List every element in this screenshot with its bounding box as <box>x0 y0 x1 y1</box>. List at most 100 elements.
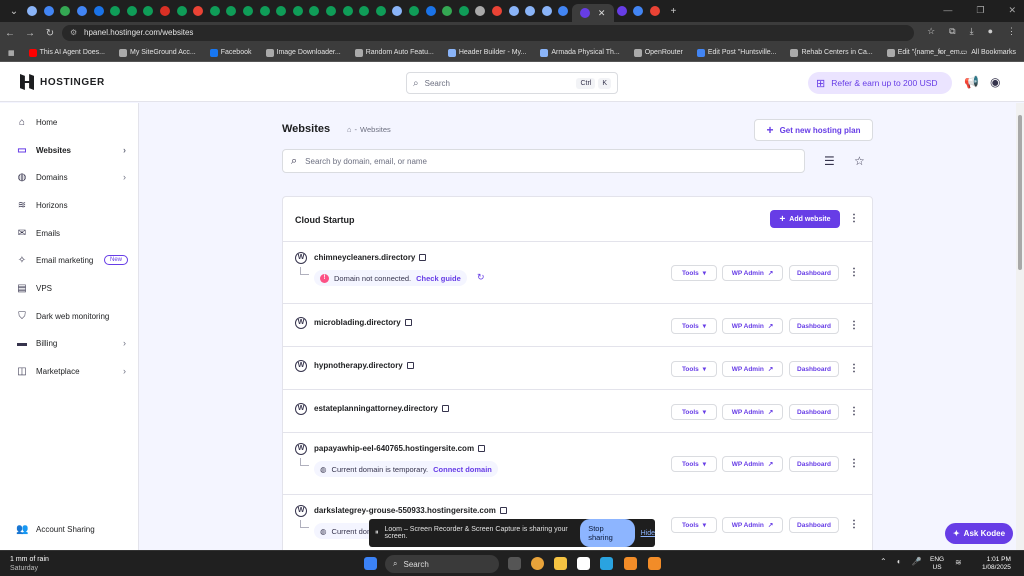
tab-favicon-icon[interactable] <box>126 6 137 16</box>
drag-handle-icon[interactable]: ⏸ <box>375 529 379 537</box>
bookmark-item[interactable]: Edit "{name_for_em... <box>886 48 966 57</box>
tab-favicon-icon[interactable] <box>259 6 270 16</box>
bookmark-item[interactable]: OpenRouter <box>633 48 683 57</box>
external-link-icon[interactable] <box>478 445 486 452</box>
website-more-icon[interactable]: ⋮ <box>849 406 859 417</box>
apps-icon[interactable]: ▦ <box>8 49 15 57</box>
tab-favicon-icon[interactable] <box>375 6 386 16</box>
bookmark-item[interactable]: This AI Agent Does... <box>28 48 105 57</box>
breadcrumb-home-icon[interactable]: ⌂ <box>347 125 352 134</box>
new-tab-icon[interactable]: + <box>663 6 683 17</box>
page-scrollbar[interactable] <box>1016 103 1024 550</box>
scrollbar-thumb[interactable] <box>1018 115 1022 270</box>
wifi-icon[interactable]: ≋ <box>955 558 962 567</box>
sidebar-item-emails[interactable]: ✉ Emails <box>8 223 132 243</box>
ask-kodee-button[interactable]: ✦ Ask Kodee <box>945 523 1013 544</box>
tab-favicon-icon[interactable] <box>392 6 403 16</box>
wp-admin-button[interactable]: WP Admin ↗ <box>722 361 783 377</box>
tab-favicon-icon[interactable] <box>193 6 204 16</box>
task-view-icon[interactable] <box>508 557 521 570</box>
website-more-icon[interactable]: ⋮ <box>849 320 859 331</box>
website-more-icon[interactable]: ⋮ <box>849 267 859 278</box>
website-domain-link[interactable]: hypnotherapy.directory <box>314 361 414 370</box>
domain-search-input[interactable]: ⌕ Search by domain, email, or name <box>282 149 805 173</box>
tab-favicon-icon[interactable] <box>276 6 287 16</box>
wp-admin-button[interactable]: WP Admin ↗ <box>722 456 783 472</box>
refer-and-earn-button[interactable]: ⊞ Refer & earn up to 200 USD <box>808 72 952 94</box>
bookmark-item[interactable]: My SiteGround Acc... <box>119 48 196 57</box>
app-icon[interactable] <box>624 557 637 570</box>
website-domain-link[interactable]: microblading.directory <box>314 318 412 327</box>
more-bookmarks-icon[interactable]: » <box>938 49 942 56</box>
wp-admin-button[interactable]: WP Admin ↗ <box>722 265 783 281</box>
website-more-icon[interactable]: ⋮ <box>849 363 859 374</box>
back-icon[interactable]: ← <box>0 28 20 39</box>
tab-favicon-icon[interactable] <box>475 6 486 16</box>
website-domain-link[interactable]: papayawhip-eel-640765.hostingersite.com <box>314 444 486 453</box>
url-input[interactable]: ⚙ hpanel.hostinger.com/websites <box>62 25 914 41</box>
taskbar-search[interactable]: ⌕ Search <box>385 555 499 573</box>
chrome-icon[interactable] <box>531 557 544 570</box>
sidebar-item-billing[interactable]: ▬ Billing › <box>8 333 132 353</box>
website-domain-link[interactable]: chimneycleaners.directory <box>314 253 427 262</box>
refresh-icon[interactable]: ↻ <box>477 272 485 283</box>
filter-icon[interactable]: ☰ <box>824 154 835 168</box>
dashboard-button[interactable]: Dashboard <box>789 361 839 377</box>
tab-favicon-icon[interactable] <box>143 6 154 16</box>
tab-favicon-icon[interactable] <box>408 6 419 16</box>
tab-favicon-icon[interactable] <box>110 6 121 16</box>
tools-button[interactable]: Tools ▾ <box>671 361 717 377</box>
external-link-icon[interactable] <box>404 319 412 326</box>
tab-favicon-icon[interactable] <box>43 6 54 16</box>
language-indicator[interactable]: ENG US <box>930 556 944 572</box>
bookmark-item[interactable]: Facebook <box>209 48 252 57</box>
tab-favicon-icon[interactable] <box>458 6 469 16</box>
get-new-hosting-plan-button[interactable]: + Get new hosting plan <box>754 119 873 141</box>
extensions-icon[interactable]: ⧉ <box>949 26 955 37</box>
bookmark-item[interactable]: Armada Physical Th... <box>540 48 620 57</box>
tab-search-icon[interactable]: ⌄ <box>4 6 24 17</box>
favorite-star-icon[interactable]: ☆ <box>854 154 865 168</box>
maximize-icon[interactable]: ❐ <box>976 5 984 16</box>
status-action-link[interactable]: Check guide <box>416 274 461 283</box>
word-icon[interactable] <box>577 557 590 570</box>
dashboard-button[interactable]: Dashboard <box>789 517 839 533</box>
tab-favicon-icon[interactable] <box>309 6 320 16</box>
hide-button[interactable]: Hide <box>641 530 655 537</box>
tab-favicon-icon[interactable] <box>442 6 453 16</box>
file-explorer-icon[interactable] <box>554 557 567 570</box>
bookmark-item[interactable]: Random Auto Featu... <box>354 48 434 57</box>
sidebar-item-domains[interactable]: ◍ Domains › <box>8 167 132 187</box>
account-sharing-link[interactable]: 👥 Account Sharing <box>8 519 132 539</box>
microphone-icon[interactable]: 🎤 <box>912 557 922 566</box>
tab-favicon-icon[interactable] <box>616 6 627 16</box>
hostinger-logo[interactable]: HOSTINGER <box>20 74 105 90</box>
all-bookmarks-folder[interactable]: ▭ All Bookmarks <box>961 48 1016 57</box>
sidebar-item-marketplace[interactable]: ◫ Marketplace › <box>8 361 132 381</box>
plan-more-icon[interactable]: ⋮ <box>849 213 859 224</box>
chevron-up-icon[interactable]: ⌃ <box>880 557 887 566</box>
tab-favicon-icon[interactable] <box>243 6 254 16</box>
tab-favicon-icon[interactable] <box>209 6 220 16</box>
sidebar-item-vps[interactable]: ▤ VPS <box>8 278 132 298</box>
reload-icon[interactable]: ↻ <box>40 28 60 39</box>
menu-icon[interactable]: ⋮ <box>1007 26 1016 37</box>
external-link-icon[interactable] <box>499 507 507 514</box>
tools-button[interactable]: Tools ▾ <box>671 456 717 472</box>
site-info-icon[interactable]: ⚙ <box>70 25 77 41</box>
tools-button[interactable]: Tools ▾ <box>671 265 717 281</box>
dashboard-button[interactable]: Dashboard <box>789 404 839 420</box>
external-link-icon[interactable] <box>406 362 414 369</box>
app-icon[interactable] <box>600 557 613 570</box>
tab-favicon-icon[interactable] <box>160 6 171 16</box>
forward-icon[interactable]: → <box>20 28 40 39</box>
tab-favicon-icon[interactable] <box>60 6 71 16</box>
website-more-icon[interactable]: ⋮ <box>849 519 859 530</box>
tab-favicon-icon[interactable] <box>226 6 237 16</box>
sidebar-item-websites[interactable]: ▭ Websites › <box>8 140 132 160</box>
megaphone-icon[interactable]: 📢 <box>964 75 979 89</box>
website-domain-link[interactable]: darkslategrey-grouse-550933.hostingersit… <box>314 506 507 515</box>
app-icon[interactable] <box>648 557 661 570</box>
tab-favicon-icon[interactable] <box>27 6 38 16</box>
bookmark-item[interactable]: Image Downloader... <box>265 48 341 57</box>
